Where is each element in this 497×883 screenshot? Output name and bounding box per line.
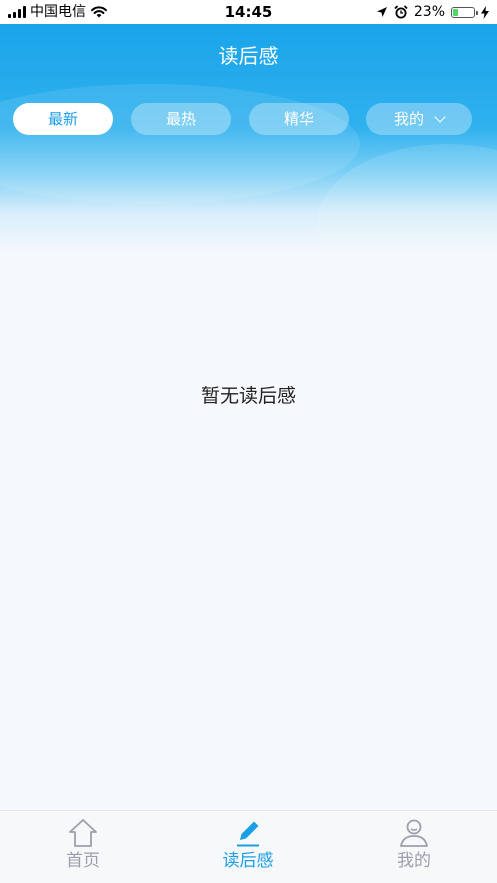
location-arrow-icon — [376, 7, 387, 17]
tab-label: 最热 — [165, 110, 196, 128]
pencil-icon — [237, 821, 259, 847]
person-icon — [400, 819, 428, 847]
battery-percent: 23% — [413, 4, 445, 20]
alarm-icon — [394, 5, 408, 19]
header-decoration — [0, 84, 360, 204]
tab-hot[interactable]: 最热 — [131, 103, 231, 135]
nav-label: 读后感 — [222, 851, 274, 871]
tab-label: 我的 — [393, 110, 424, 128]
nav-item-reviews[interactable]: 读后感 — [188, 817, 308, 881]
tab-latest[interactable]: 最新 — [13, 103, 113, 135]
chevron-down-icon — [434, 111, 446, 123]
battery-fill — [453, 8, 458, 16]
header: 读后感 最新 最热 精华 我的 — [0, 24, 497, 254]
tab-label: 精华 — [283, 110, 314, 128]
filter-tabs: 最新 最热 精华 我的 — [13, 103, 473, 135]
bottom-nav: 首页 读后感 我的 — [0, 810, 497, 883]
nav-label: 我的 — [397, 851, 431, 871]
charging-bolt-icon — [481, 5, 489, 19]
tab-mine-dropdown[interactable]: 我的 — [366, 103, 472, 135]
empty-state-text: 暂无读后感 — [200, 385, 296, 407]
tab-featured[interactable]: 精华 — [249, 103, 349, 135]
home-icon — [69, 819, 97, 847]
tab-label: 最新 — [47, 110, 78, 128]
status-right: 23% — [376, 3, 489, 21]
page-title: 读后感 — [218, 44, 279, 68]
battery-icon — [451, 6, 478, 18]
nav-item-mine[interactable]: 我的 — [354, 817, 474, 881]
status-bar: 中国电信 14:45 23% — [0, 0, 497, 24]
nav-item-home[interactable]: 首页 — [23, 817, 143, 881]
nav-label: 首页 — [66, 851, 100, 871]
